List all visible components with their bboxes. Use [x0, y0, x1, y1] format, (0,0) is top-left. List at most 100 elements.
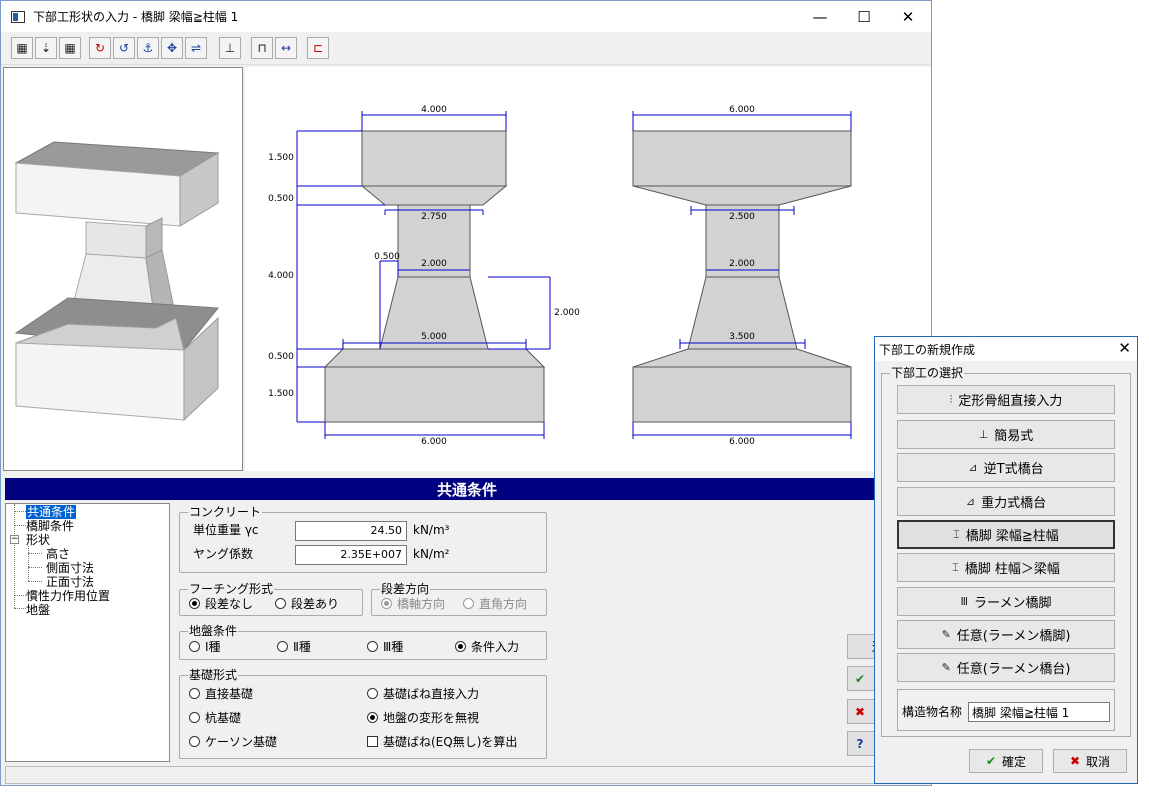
check-icon: ✔ — [985, 754, 997, 768]
spring-calc-checkbox[interactable] — [367, 736, 378, 747]
foundation-caisson-radio[interactable] — [189, 736, 200, 747]
shape-drawing: 4.000 1.500 0.500 4.000 0.500 1.500 2.75… — [245, 67, 931, 471]
simple-icon: ⊥ — [978, 428, 989, 441]
foundation-ignore-radio[interactable] — [367, 712, 378, 723]
status-bar — [5, 766, 929, 784]
ground-custom-radio[interactable] — [455, 641, 466, 652]
step-right-label: 直角方向 — [479, 597, 528, 611]
ground-type3-radio[interactable] — [367, 641, 378, 652]
rotate-alt-icon[interactable]: ↺ — [113, 37, 135, 59]
footing-step-label: 段差あり — [291, 597, 340, 611]
dim-col-base: 5.000 — [421, 332, 447, 342]
rahmen-pier-icon: Ⅲ — [960, 595, 969, 608]
dim-h5: 1.500 — [268, 389, 294, 399]
x-icon: ✖ — [1069, 754, 1081, 768]
young-input[interactable]: 2.35E+007 — [295, 545, 407, 565]
footing-no-step-radio[interactable] — [189, 598, 200, 609]
dim-h2: 0.500 — [268, 194, 294, 204]
option-rahmen-pier-button[interactable]: Ⅲ ラーメン橋脚 — [897, 587, 1115, 616]
minimize-button[interactable]: — — [797, 1, 843, 32]
ground-type2-radio[interactable] — [277, 641, 288, 652]
structure-name-input[interactable]: 橋脚 梁幅≧柱幅 1 — [968, 702, 1110, 722]
foundation-ignore-label: 地盤の変形を無視 — [383, 711, 480, 725]
settings-tree: − 共通条件 橋脚条件 形状 高さ 側面寸法 正面寸法 慣性力作用位置 地盤 — [5, 503, 170, 762]
dim-right-col-mid: 2.000 — [729, 259, 755, 269]
confirm-button[interactable]: ✔ 確定 — [969, 749, 1043, 773]
foundation-spring-radio[interactable] — [367, 688, 378, 699]
structure-name-label: 構造物名称 — [902, 705, 963, 719]
step-right-radio[interactable] — [463, 598, 474, 609]
dim-col-mid: 2.000 — [421, 259, 447, 269]
option-custom-abutment-button[interactable]: ✎ 任意(ラーメン橋台) — [897, 653, 1115, 682]
front-view-icon[interactable]: ⊓ — [251, 37, 273, 59]
tree-item-common[interactable]: 共通条件 — [26, 505, 77, 519]
shift-icon[interactable]: ⇌ — [185, 37, 207, 59]
dim-right-col-top: 2.500 — [729, 212, 755, 222]
young-label: ヤング係数 — [193, 547, 254, 561]
footing-no-step-label: 段差なし — [205, 597, 254, 611]
option-pier-beam-button[interactable]: ⌶ 橋脚 梁幅≧柱幅 — [897, 520, 1115, 549]
foundation-caisson-label: ケーソン基礎 — [205, 735, 278, 749]
dimension-icon[interactable]: ↔ — [275, 37, 297, 59]
dim-right-foot-width: 6.000 — [729, 437, 755, 447]
option-simple-button[interactable]: ⊥ 簡易式 — [897, 420, 1115, 449]
option-custom-pier-button[interactable]: ✎ 任意(ラーメン橋脚) — [897, 620, 1115, 649]
step-axis-label: 橋軸方向 — [397, 597, 446, 611]
foundation-direct-label: 直接基礎 — [205, 687, 254, 701]
move-icon[interactable]: ✥ — [161, 37, 183, 59]
pier-beam-icon: ⌶ — [953, 527, 960, 541]
frame-icon: ⫶ — [949, 392, 953, 406]
section-icon[interactable]: ⊏ — [307, 37, 329, 59]
tree-item-front[interactable]: 正面寸法 — [46, 575, 94, 589]
window-title: 下部工形状の入力 - 橋脚 梁幅≧柱幅 1 — [33, 10, 239, 24]
tree-item-height[interactable]: 高さ — [46, 547, 70, 561]
ground-type3-label: Ⅲ種 — [383, 640, 404, 654]
gravity-icon: ⊿ — [965, 495, 976, 508]
option-pier-column-button[interactable]: ⌶ 橋脚 柱幅＞梁幅 — [897, 553, 1115, 582]
rotate-icon[interactable]: ↻ — [89, 37, 111, 59]
dim-h1: 1.500 — [268, 153, 294, 163]
tree-item-inertia[interactable]: 慣性力作用位置 — [26, 589, 110, 603]
tree-item-ground[interactable]: 地盤 — [26, 603, 50, 617]
foundation-spring-label: 基礎ばね直接入力 — [383, 687, 480, 701]
dim-col-top: 2.750 — [421, 212, 447, 222]
weight-label: 単位重量 γc — [193, 523, 259, 537]
foundation-direct-radio[interactable] — [189, 688, 200, 699]
tree-expand-icon[interactable]: − — [10, 535, 19, 544]
footing-step-radio[interactable] — [275, 598, 286, 609]
option-frame-direct-button[interactable]: ⫶ 定形骨組直接入力 — [897, 385, 1115, 414]
dim-taper: 0.500 — [374, 252, 400, 262]
title-bar: 下部工形状の入力 - 橋脚 梁幅≧柱幅 1 — ☐ ✕ — [1, 1, 931, 32]
3d-view[interactable] — [3, 67, 243, 471]
maximize-button[interactable]: ☐ — [841, 1, 887, 32]
view-3d-alt-icon[interactable]: ▦ — [59, 37, 81, 59]
dim-left-foot-width: 6.000 — [421, 437, 447, 447]
view-3d-icon[interactable]: ▦ — [11, 37, 33, 59]
ground-custom-label: 条件入力 — [471, 640, 520, 654]
ground-type2-label: Ⅱ種 — [293, 640, 311, 654]
new-substructure-dialog: 下部工の新規作成 ✕ 下部工の選択 ⫶ 定形骨組直接入力 ⊥ 簡易式 ⊿ 逆T式橋台 … — [874, 336, 1138, 784]
tree-item-shape[interactable]: 形状 — [26, 533, 50, 547]
tree-item-side[interactable]: 側面寸法 — [46, 561, 94, 575]
ground-type1-radio[interactable] — [189, 641, 200, 652]
step-axis-radio[interactable] — [381, 598, 392, 609]
structure-name-group: 構造物名称 橋脚 梁幅≧柱幅 1 — [897, 689, 1115, 731]
dialog-title-bar: 下部工の新規作成 ✕ — [875, 337, 1137, 361]
pointer-icon[interactable]: ⇣ — [35, 37, 57, 59]
weight-unit: kN/m³ — [413, 523, 450, 537]
tree-item-pier[interactable]: 橋脚条件 — [26, 519, 74, 533]
toolbar: ▦ ⇣ ▦ ↻ ↺ ⚓ ✥ ⇌ ⊥ ⊓ ↔ ⊏ — [1, 32, 931, 65]
foundation-pile-radio[interactable] — [189, 712, 200, 723]
young-unit: kN/m² — [413, 547, 450, 561]
dialog-close-button[interactable]: ✕ — [1118, 339, 1131, 357]
option-inverted-t-button[interactable]: ⊿ 逆T式橋台 — [897, 453, 1115, 482]
pier-shape-icon[interactable]: ⊥ — [219, 37, 241, 59]
close-button[interactable]: ✕ — [885, 1, 931, 32]
cancel-button[interactable]: ✖ 取消 — [1053, 749, 1127, 773]
spring-calc-label: 基礎ばね(EQ無し)を算出 — [383, 735, 518, 749]
dim-h3: 4.000 — [268, 271, 294, 281]
option-gravity-button[interactable]: ⊿ 重力式橋台 — [897, 487, 1115, 516]
dim-right-top-width: 6.000 — [729, 105, 755, 115]
weight-input[interactable]: 24.50 — [295, 521, 407, 541]
anchor-icon[interactable]: ⚓ — [137, 37, 159, 59]
